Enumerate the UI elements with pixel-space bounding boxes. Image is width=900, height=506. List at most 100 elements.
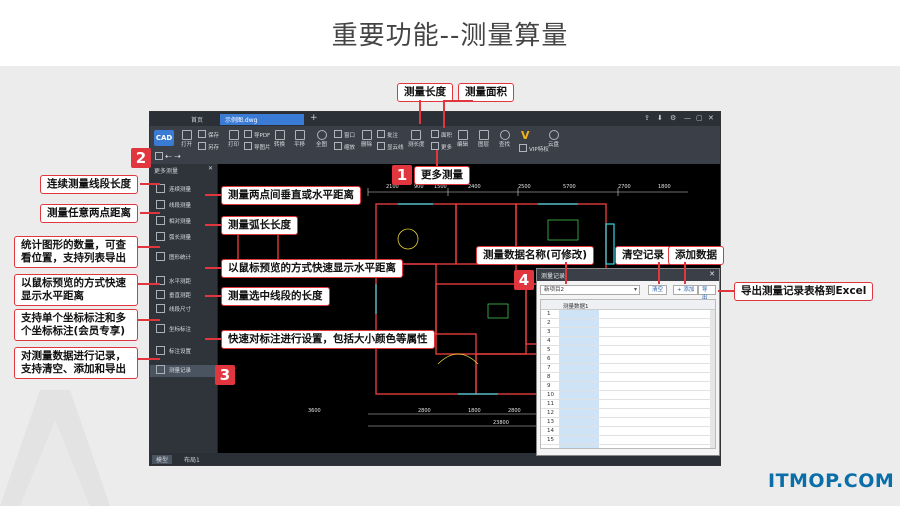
show-cloud-button[interactable]: 显云线 (377, 142, 404, 152)
layers-button[interactable]: 图层 (478, 130, 489, 149)
table-row[interactable]: 2 (541, 319, 715, 328)
share-icon[interactable]: ⇪ (644, 114, 650, 122)
print-button[interactable]: 打印 (228, 130, 239, 149)
badge-1: 1 (392, 165, 412, 185)
panel-item-shape-stat[interactable]: 图形统计 (156, 252, 191, 261)
callout-segment: 测量选中线段的长度 (221, 287, 330, 306)
printer-icon (228, 130, 239, 140)
badge-4: 4 (514, 270, 534, 290)
add-button[interactable]: + 添加 (673, 285, 699, 295)
measure-record-dialog: 测量记录 ✕ 新项目2 清空 + 添加 导出 测量数据1 12345678910… (536, 268, 720, 456)
pointer-any-two-points (140, 212, 160, 214)
callout-record: 对测量数据进行记录，支持清空、添加和导出 (14, 347, 138, 379)
panel-item-horizontal[interactable]: 水平测距 (156, 276, 191, 285)
undo-redo-icon[interactable]: ⇠ ⇢ (155, 152, 181, 161)
table-row[interactable]: 13 (541, 418, 715, 427)
table-row[interactable]: 14 (541, 427, 715, 436)
pointer-mouse-preview (205, 267, 221, 269)
tab-file[interactable]: 示例图.dwg (220, 114, 304, 125)
table-row[interactable]: 12 (541, 409, 715, 418)
pointer-measure-area (443, 100, 473, 102)
more-measure-panel: 更多测量 ✕ 连续测量 线段测量 相对测量 弧长测量 图形统计 水平测距 垂直测… (150, 164, 218, 455)
settings-icon[interactable]: ⚙ (670, 114, 676, 122)
panel-close-icon[interactable]: ✕ (208, 165, 213, 172)
pointer-settings (205, 338, 221, 340)
callout-mouse-preview-h: 以鼠标预览的方式快速显示水平距离 (14, 274, 138, 306)
pointer-clear-record (658, 262, 660, 284)
clear-button[interactable]: 清空 (648, 285, 668, 295)
panel-item-coordinate[interactable]: 坐标标注 (156, 324, 191, 333)
dialog-close-icon[interactable]: ✕ (709, 270, 715, 278)
callout-clear-record: 清空记录 (615, 246, 671, 265)
edit-button[interactable]: 编辑 (457, 130, 468, 149)
export-image-button[interactable]: 导图片 (244, 142, 271, 152)
measure-area-button[interactable]: 面积 (431, 130, 452, 140)
close-button[interactable]: ✕ (708, 114, 714, 122)
panel-item-vertical[interactable]: 垂直测距 (156, 290, 191, 299)
fit-button[interactable]: 全图 (316, 130, 327, 149)
pointer-add-data (684, 262, 686, 284)
export-button[interactable]: 导出 (698, 285, 716, 301)
table-row[interactable]: 8 (541, 373, 715, 382)
pan-label: 平移 (294, 142, 306, 148)
table-row[interactable]: 15 (541, 436, 715, 445)
table-row[interactable]: 11 (541, 400, 715, 409)
open-button[interactable]: 打开 (181, 130, 192, 149)
vertical-scrollbar[interactable] (710, 310, 715, 448)
callout-data-name: 测量数据名称(可修改) (476, 246, 595, 265)
panel-item-segment-size[interactable]: 线段尺寸 (156, 304, 191, 313)
delete-button[interactable]: 删除 (361, 130, 372, 149)
minimize-button[interactable]: — (684, 114, 691, 122)
panel-item-settings[interactable]: 标注设置 (156, 346, 191, 355)
tab-model[interactable]: 模型 (152, 455, 173, 464)
tab-home[interactable]: 首页 (186, 114, 208, 125)
table-row[interactable]: 4 (541, 337, 715, 346)
annotate-button[interactable]: 批注 (377, 130, 398, 140)
print-label: 打印 (228, 142, 240, 148)
pan-button[interactable]: 平移 (294, 130, 305, 149)
table-row[interactable]: 6 (541, 355, 715, 364)
layers-label: 图层 (478, 142, 490, 148)
panel-item-segment[interactable]: 线段测量 (156, 200, 191, 209)
zoom-button[interactable]: 缩放 (334, 142, 355, 152)
panel-item-record[interactable]: 测量记录 (150, 365, 218, 377)
tab-layout[interactable]: 布局1 (180, 455, 204, 464)
maximize-button[interactable]: ▢ (696, 114, 703, 122)
callout-coordinate: 支持单个坐标标注和多个坐标标注(会员专享) (14, 309, 138, 341)
panel-item-relative[interactable]: 相对测量 (156, 216, 191, 225)
project-select[interactable]: 新项目2 (540, 285, 640, 295)
save-as-button[interactable]: 另存 (198, 142, 219, 152)
panel-item-arc[interactable]: 弧长测量 (156, 232, 191, 241)
dim-1800b: 1800 (468, 408, 481, 414)
download-icon[interactable]: ⬇ (657, 114, 663, 122)
measure-length-button[interactable]: 测长度 (408, 130, 425, 149)
panel-item-continuous[interactable]: 连续测量 (156, 184, 191, 193)
dialog-title: 测量记录 (541, 273, 566, 280)
window-zoom-button[interactable]: 窗口 (334, 130, 355, 140)
trash-icon (361, 130, 372, 140)
cloud-button[interactable]: 云盘 (548, 130, 559, 149)
pointer-export-excel (718, 290, 734, 292)
pointer-measure-area-v (443, 100, 445, 128)
dim-2500: 2500 (518, 184, 531, 190)
export-pdf-button[interactable]: 导PDF (244, 130, 270, 140)
layers-icon (478, 130, 489, 140)
convert-button[interactable]: 转换 (274, 130, 285, 149)
save-button[interactable]: 保存 (198, 130, 219, 140)
more-measure-button[interactable]: 更多 (431, 142, 452, 152)
table-row[interactable]: 9 (541, 382, 715, 391)
ruler-icon (411, 130, 422, 140)
table-row[interactable]: 5 (541, 346, 715, 355)
new-tab-button[interactable]: + (310, 113, 318, 123)
table-row[interactable]: 3 (541, 328, 715, 337)
table-row[interactable]: 1 (541, 310, 715, 319)
hand-icon (294, 130, 305, 140)
vip-button[interactable]: VIP特权 (519, 144, 549, 154)
callout-mouse-preview: 以鼠标预览的方式快速显示水平距离 (221, 259, 403, 278)
slide-title: 重要功能--测量算量 (0, 0, 900, 66)
find-label: 查找 (499, 142, 511, 148)
table-row[interactable]: 7 (541, 364, 715, 373)
find-button[interactable]: 查找 (499, 130, 510, 149)
table-row[interactable]: 10 (541, 391, 715, 400)
watermark: ITMOP.COM (768, 470, 895, 492)
